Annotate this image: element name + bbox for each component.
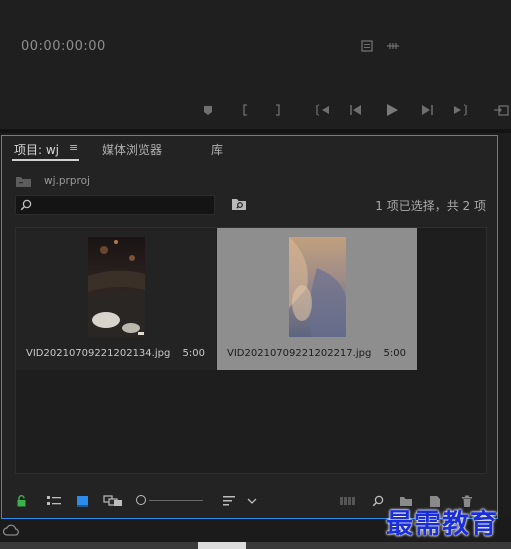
clip-duration: 5:00 bbox=[182, 348, 205, 359]
panel-divider[interactable] bbox=[0, 129, 511, 133]
add-marker-icon[interactable] bbox=[201, 103, 215, 117]
list-view-icon[interactable] bbox=[45, 493, 63, 509]
step-forward-icon[interactable] bbox=[419, 102, 435, 118]
clip-name: VID20210709221202217.jpg bbox=[227, 348, 372, 359]
panel-tab-bar: 项目: wj ≡ 媒体浏览器 库 bbox=[2, 136, 497, 162]
clip-item[interactable]: VID20210709221202134.jpg 5:00 bbox=[16, 228, 216, 370]
tab-libraries[interactable]: 库 bbox=[211, 141, 223, 158]
search-box[interactable] bbox=[15, 195, 215, 215]
project-panel: 项目: wj ≡ 媒体浏览器 库 wj.prproj 1 项已选择，共 2 项 bbox=[1, 135, 498, 519]
active-tab-indicator bbox=[12, 159, 79, 161]
program-monitor: 00:00:00:00 bbox=[0, 0, 511, 130]
tab-menu-icon[interactable]: ≡ bbox=[69, 141, 78, 154]
project-file-row: wj.prproj bbox=[15, 173, 90, 189]
project-folder-icon bbox=[16, 176, 31, 187]
insert-icon[interactable] bbox=[385, 39, 401, 53]
clip-thumbnail[interactable] bbox=[217, 228, 417, 344]
step-back-icon[interactable] bbox=[348, 102, 364, 118]
workspace-scrollbar[interactable] bbox=[0, 542, 511, 549]
search-input[interactable] bbox=[36, 197, 212, 213]
watermark-text: 最需教育 bbox=[386, 509, 498, 540]
automate-sequence-icon[interactable] bbox=[338, 493, 358, 509]
playhead-timecode[interactable]: 00:00:00:00 bbox=[21, 39, 106, 54]
project-items-grid[interactable]: VID20210709221202134.jpg 5:00 VID2021070… bbox=[15, 227, 487, 474]
clip-name: VID20210709221202134.jpg bbox=[26, 348, 171, 359]
tab-media-browser[interactable]: 媒体浏览器 bbox=[102, 141, 162, 158]
find-icon[interactable] bbox=[370, 493, 386, 509]
go-to-in-icon[interactable] bbox=[314, 102, 332, 118]
mark-in-icon[interactable] bbox=[239, 102, 251, 118]
project-file-name: wj.prproj bbox=[44, 175, 90, 187]
export-frame-icon[interactable] bbox=[360, 39, 374, 53]
zoom-slider-handle[interactable] bbox=[136, 495, 146, 505]
lock-icon[interactable] bbox=[14, 493, 28, 509]
clip-thumbnail[interactable] bbox=[16, 228, 216, 344]
icon-view-icon[interactable] bbox=[74, 493, 90, 509]
play-icon[interactable] bbox=[383, 101, 401, 119]
tab-project[interactable]: 项目: wj bbox=[14, 141, 59, 158]
mark-out-icon[interactable] bbox=[272, 102, 284, 118]
sort-icon[interactable] bbox=[220, 493, 238, 509]
zoom-slider[interactable] bbox=[149, 500, 203, 501]
search-icon bbox=[20, 199, 32, 211]
creative-cloud-icon[interactable] bbox=[3, 523, 19, 537]
selection-status: 1 项已选择，共 2 项 bbox=[375, 199, 486, 213]
clip-item-selected[interactable]: VID20210709221202217.jpg 5:00 bbox=[217, 228, 417, 370]
clip-duration: 5:00 bbox=[383, 348, 406, 359]
sort-dropdown-icon[interactable] bbox=[245, 493, 259, 509]
workspace-scrollbar-thumb[interactable] bbox=[198, 542, 246, 549]
insert-clip-icon[interactable] bbox=[492, 102, 510, 118]
freeform-view-icon[interactable] bbox=[102, 493, 124, 509]
go-to-out-icon[interactable] bbox=[451, 102, 469, 118]
new-search-bin-icon[interactable] bbox=[231, 197, 247, 211]
